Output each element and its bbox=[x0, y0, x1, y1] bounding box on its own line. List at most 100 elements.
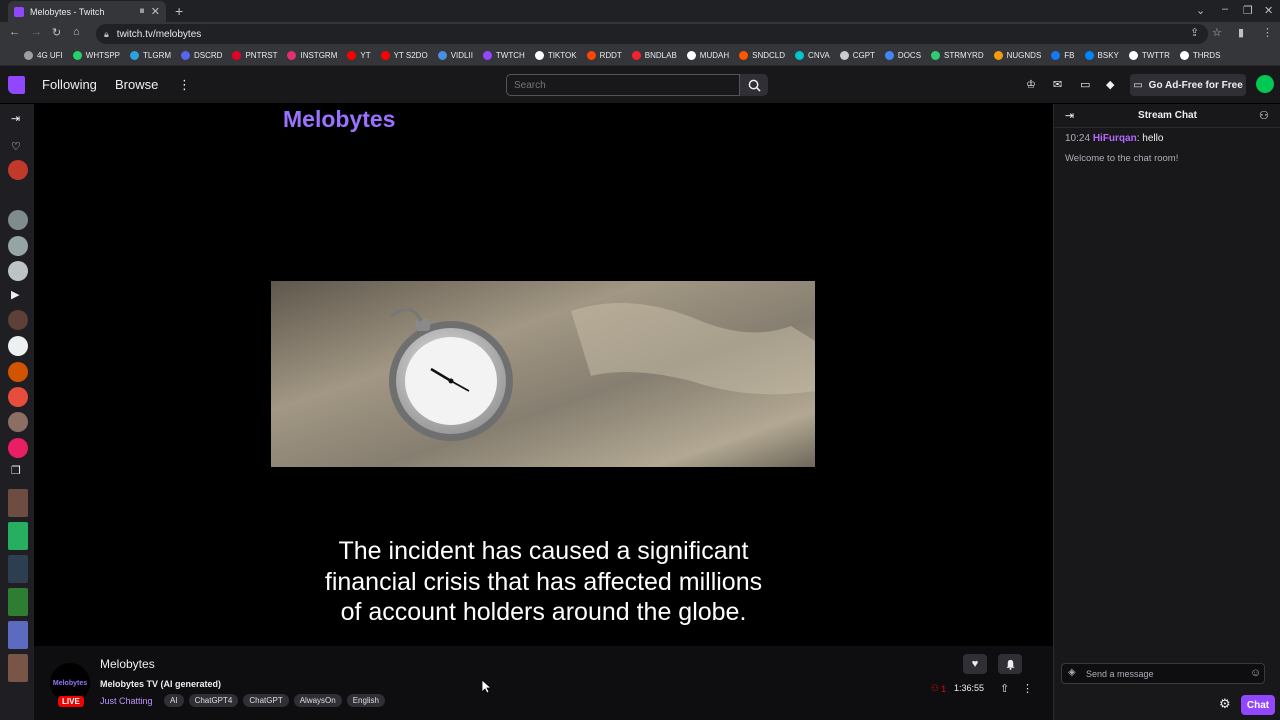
recommended-icon[interactable]: ▶ bbox=[11, 288, 19, 301]
bookmark-item[interactable]: NUGNDS bbox=[993, 51, 1041, 60]
more-options-icon[interactable]: ⋮ bbox=[178, 77, 191, 93]
bookmark-star-icon[interactable]: ☆ bbox=[1212, 26, 1222, 39]
video-player[interactable]: Melobytes The incident has caused a sign… bbox=[34, 104, 1053, 646]
tab-mute-icon[interactable]: ⏸ bbox=[139, 5, 145, 18]
sidenav-channel-avatar[interactable] bbox=[8, 522, 28, 550]
tab-close-icon[interactable]: ✕ bbox=[151, 5, 160, 18]
sidenav-channel-avatar[interactable] bbox=[8, 236, 28, 256]
emote-picker-icon[interactable]: ☺ bbox=[1250, 667, 1261, 679]
sidenav-channel-avatar[interactable] bbox=[8, 555, 28, 583]
go-ad-free-button[interactable]: ▭ Go Ad-Free for Free bbox=[1130, 74, 1246, 96]
browser-toolbar: ← → ↻ ⌂ 🔒︎ twitch.tv/melobytes ⇪ ☆ ▮ ⋮ bbox=[0, 22, 1280, 46]
tab-search-icon[interactable]: ⌄ bbox=[1196, 4, 1205, 17]
stream-tag[interactable]: ChatGPT4 bbox=[188, 694, 239, 707]
minimize-icon[interactable]: – bbox=[1222, 3, 1228, 15]
sidenav-channel-avatar[interactable] bbox=[8, 621, 28, 649]
back-icon[interactable]: ← bbox=[9, 26, 20, 38]
bookmark-item[interactable]: BSKY bbox=[1084, 51, 1119, 60]
lock-icon[interactable]: 🔒︎ bbox=[104, 29, 109, 40]
share-icon[interactable]: ⇪ bbox=[1190, 26, 1199, 39]
chrome-menu-icon[interactable]: ⋮ bbox=[1262, 26, 1273, 39]
stream-tag[interactable]: English bbox=[346, 694, 385, 707]
sidenav-channel-avatar[interactable] bbox=[8, 160, 28, 180]
bookmark-item[interactable]: VIDLII bbox=[437, 51, 473, 60]
address-bar[interactable]: 🔒︎ twitch.tv/melobytes bbox=[96, 24, 1208, 44]
sidenav-channel-avatar[interactable] bbox=[8, 654, 28, 682]
sidenav-channel-avatar[interactable] bbox=[8, 412, 28, 432]
bookmark-item[interactable]: INSTGRM bbox=[287, 51, 337, 60]
similar-channels-icon[interactable]: ❐ bbox=[11, 464, 21, 477]
chat-input[interactable] bbox=[1086, 667, 1246, 681]
bookmark-item[interactable]: YT bbox=[347, 51, 371, 60]
sidenav-channel-avatar[interactable] bbox=[8, 438, 28, 458]
restore-icon[interactable]: ❐ bbox=[1243, 4, 1253, 17]
whispers-icon[interactable]: ▭ bbox=[1080, 78, 1090, 91]
nav-following[interactable]: Following bbox=[42, 77, 97, 92]
window-close-icon[interactable]: ✕ bbox=[1264, 4, 1273, 17]
stream-tag[interactable]: AI bbox=[164, 694, 184, 707]
sidenav-channel-avatar[interactable] bbox=[8, 489, 28, 517]
search-button[interactable] bbox=[740, 74, 768, 96]
expand-sidenav-icon[interactable]: ⇥ bbox=[11, 112, 20, 125]
bookmark-item[interactable]: CGPT bbox=[839, 51, 875, 60]
chat-welcome: Welcome to the chat room! bbox=[1065, 153, 1179, 164]
sidenav-channel-avatar[interactable] bbox=[8, 588, 28, 616]
chat-input-box[interactable]: ◈ ☺ bbox=[1061, 663, 1265, 684]
bits-input-icon[interactable]: ◈ bbox=[1068, 667, 1076, 678]
bookmark-item[interactable]: MUDAH bbox=[686, 51, 729, 60]
search-input[interactable] bbox=[506, 74, 740, 96]
bookmark-item[interactable]: BNDLAB bbox=[631, 51, 677, 60]
sidenav-channel-avatar[interactable] bbox=[8, 336, 28, 356]
follow-button[interactable]: ♥ bbox=[963, 654, 987, 674]
bookmark-item[interactable]: RDDT bbox=[586, 51, 622, 60]
new-tab-icon[interactable]: + bbox=[175, 3, 183, 19]
prime-crown-icon[interactable]: ♔ bbox=[1026, 78, 1036, 91]
sidenav-channel-avatar[interactable] bbox=[8, 210, 28, 230]
bookmark-item[interactable]: TLGRM bbox=[130, 51, 171, 60]
more-actions-icon[interactable]: ⋮ bbox=[1022, 682, 1033, 695]
community-icon[interactable]: ⚇ bbox=[1259, 109, 1269, 122]
bookmark-item[interactable]: PNTRST bbox=[232, 51, 277, 60]
sidenav-channel-avatar[interactable] bbox=[8, 261, 28, 281]
bookmark-item[interactable]: STRMYRD bbox=[931, 51, 984, 60]
bookmark-item[interactable]: WHTSPP bbox=[72, 51, 120, 60]
nav-browse[interactable]: Browse bbox=[115, 77, 158, 92]
stream-tag[interactable]: AlwaysOn bbox=[293, 694, 342, 707]
sidenav-channel-avatar[interactable] bbox=[8, 387, 28, 407]
chat-settings-gear-icon[interactable]: ⚙ bbox=[1219, 696, 1231, 712]
notifications-button[interactable] bbox=[998, 654, 1022, 674]
channel-name[interactable]: Melobytes bbox=[100, 657, 155, 671]
inbox-icon[interactable]: ✉ bbox=[1053, 78, 1062, 91]
chat-send-button[interactable]: Chat bbox=[1241, 695, 1275, 715]
forward-icon[interactable]: → bbox=[31, 26, 42, 38]
bookmark-favicon-icon bbox=[586, 51, 596, 60]
bookmark-item[interactable]: DOCS bbox=[884, 51, 921, 60]
chat-username[interactable]: HiFurqan bbox=[1093, 133, 1137, 144]
bookmark-label: DSCRD bbox=[194, 51, 223, 60]
sidenav-channel-avatar[interactable] bbox=[8, 362, 28, 382]
bookmark-item[interactable]: CNVA bbox=[795, 51, 830, 60]
share-stream-icon[interactable]: ⇧ bbox=[1000, 682, 1009, 695]
bookmark-item[interactable]: 4G UFI bbox=[24, 51, 63, 60]
bookmark-item[interactable]: TWTTR bbox=[1128, 51, 1170, 60]
browser-tab[interactable]: Melobytes - Twitch ⏸ ✕ bbox=[8, 1, 166, 22]
stream-category[interactable]: Just Chatting bbox=[100, 696, 153, 706]
bits-icon[interactable]: ◆ bbox=[1106, 78, 1114, 91]
home-icon[interactable]: ⌂ bbox=[73, 26, 80, 38]
side-panel-icon[interactable]: ▮ bbox=[1238, 26, 1244, 39]
bookmark-item[interactable]: SNDCLD bbox=[739, 51, 785, 60]
followed-heart-icon[interactable]: ♡ bbox=[11, 140, 21, 153]
reload-icon[interactable]: ↻ bbox=[52, 26, 61, 39]
bookmark-item[interactable]: TWTCH bbox=[482, 51, 525, 60]
chat-message[interactable]: 10:24 HiFurqan: hello bbox=[1065, 133, 1163, 144]
sidenav-channel-avatar[interactable] bbox=[8, 310, 28, 330]
bookmark-item[interactable]: DSCRD bbox=[181, 51, 222, 60]
bookmark-item[interactable]: FB bbox=[1051, 51, 1075, 60]
bookmark-favicon-icon bbox=[686, 51, 696, 60]
bookmark-item[interactable]: YT S2DO bbox=[380, 51, 428, 60]
bookmark-item[interactable]: TIKTOK bbox=[534, 51, 577, 60]
stream-tag[interactable]: ChatGPT bbox=[243, 694, 289, 707]
bookmark-item[interactable]: THRDS bbox=[1179, 51, 1220, 60]
twitch-logo-icon[interactable] bbox=[8, 76, 25, 94]
user-avatar[interactable] bbox=[1256, 75, 1274, 93]
